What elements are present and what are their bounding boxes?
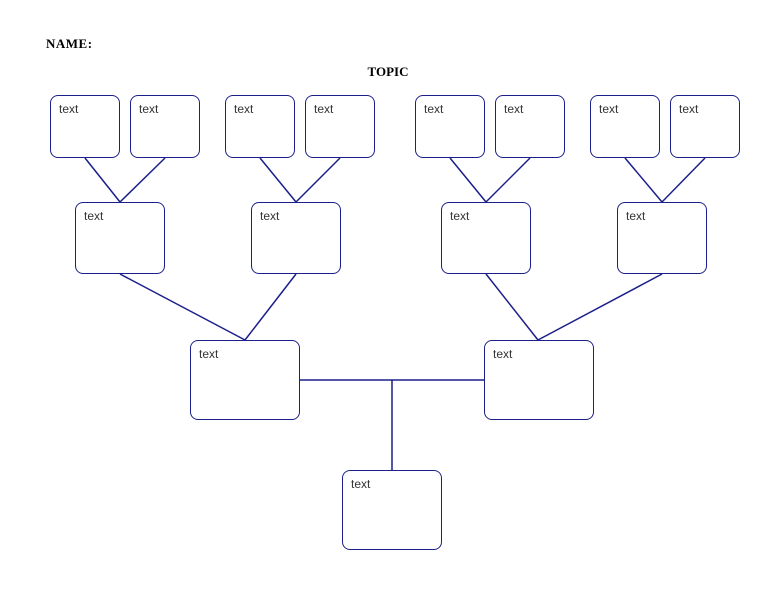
node-r3-2: text <box>484 340 594 420</box>
node-r2-1: text <box>75 202 165 274</box>
node-r1-5: text <box>415 95 485 158</box>
diagram-page: NAME: TOPIC text text text text text tex… <box>0 0 776 600</box>
node-label: text <box>626 209 645 223</box>
node-r1-8: text <box>670 95 740 158</box>
node-label: text <box>260 209 279 223</box>
node-label: text <box>314 102 333 116</box>
node-label: text <box>493 347 512 361</box>
node-label: text <box>599 102 618 116</box>
node-r2-2: text <box>251 202 341 274</box>
node-label: text <box>504 102 523 116</box>
node-label: text <box>139 102 158 116</box>
node-r1-7: text <box>590 95 660 158</box>
node-r2-3: text <box>441 202 531 274</box>
node-label: text <box>84 209 103 223</box>
node-r4-1: text <box>342 470 442 550</box>
node-r1-6: text <box>495 95 565 158</box>
node-label: text <box>199 347 218 361</box>
node-label: text <box>424 102 443 116</box>
node-label: text <box>59 102 78 116</box>
node-r1-1: text <box>50 95 120 158</box>
node-label: text <box>679 102 698 116</box>
node-label: text <box>450 209 469 223</box>
node-r3-1: text <box>190 340 300 420</box>
node-label: text <box>351 477 370 491</box>
node-r1-2: text <box>130 95 200 158</box>
node-r2-4: text <box>617 202 707 274</box>
node-r1-3: text <box>225 95 295 158</box>
topic-label: TOPIC <box>0 64 776 80</box>
node-r1-4: text <box>305 95 375 158</box>
name-label: NAME: <box>46 36 93 52</box>
node-label: text <box>234 102 253 116</box>
